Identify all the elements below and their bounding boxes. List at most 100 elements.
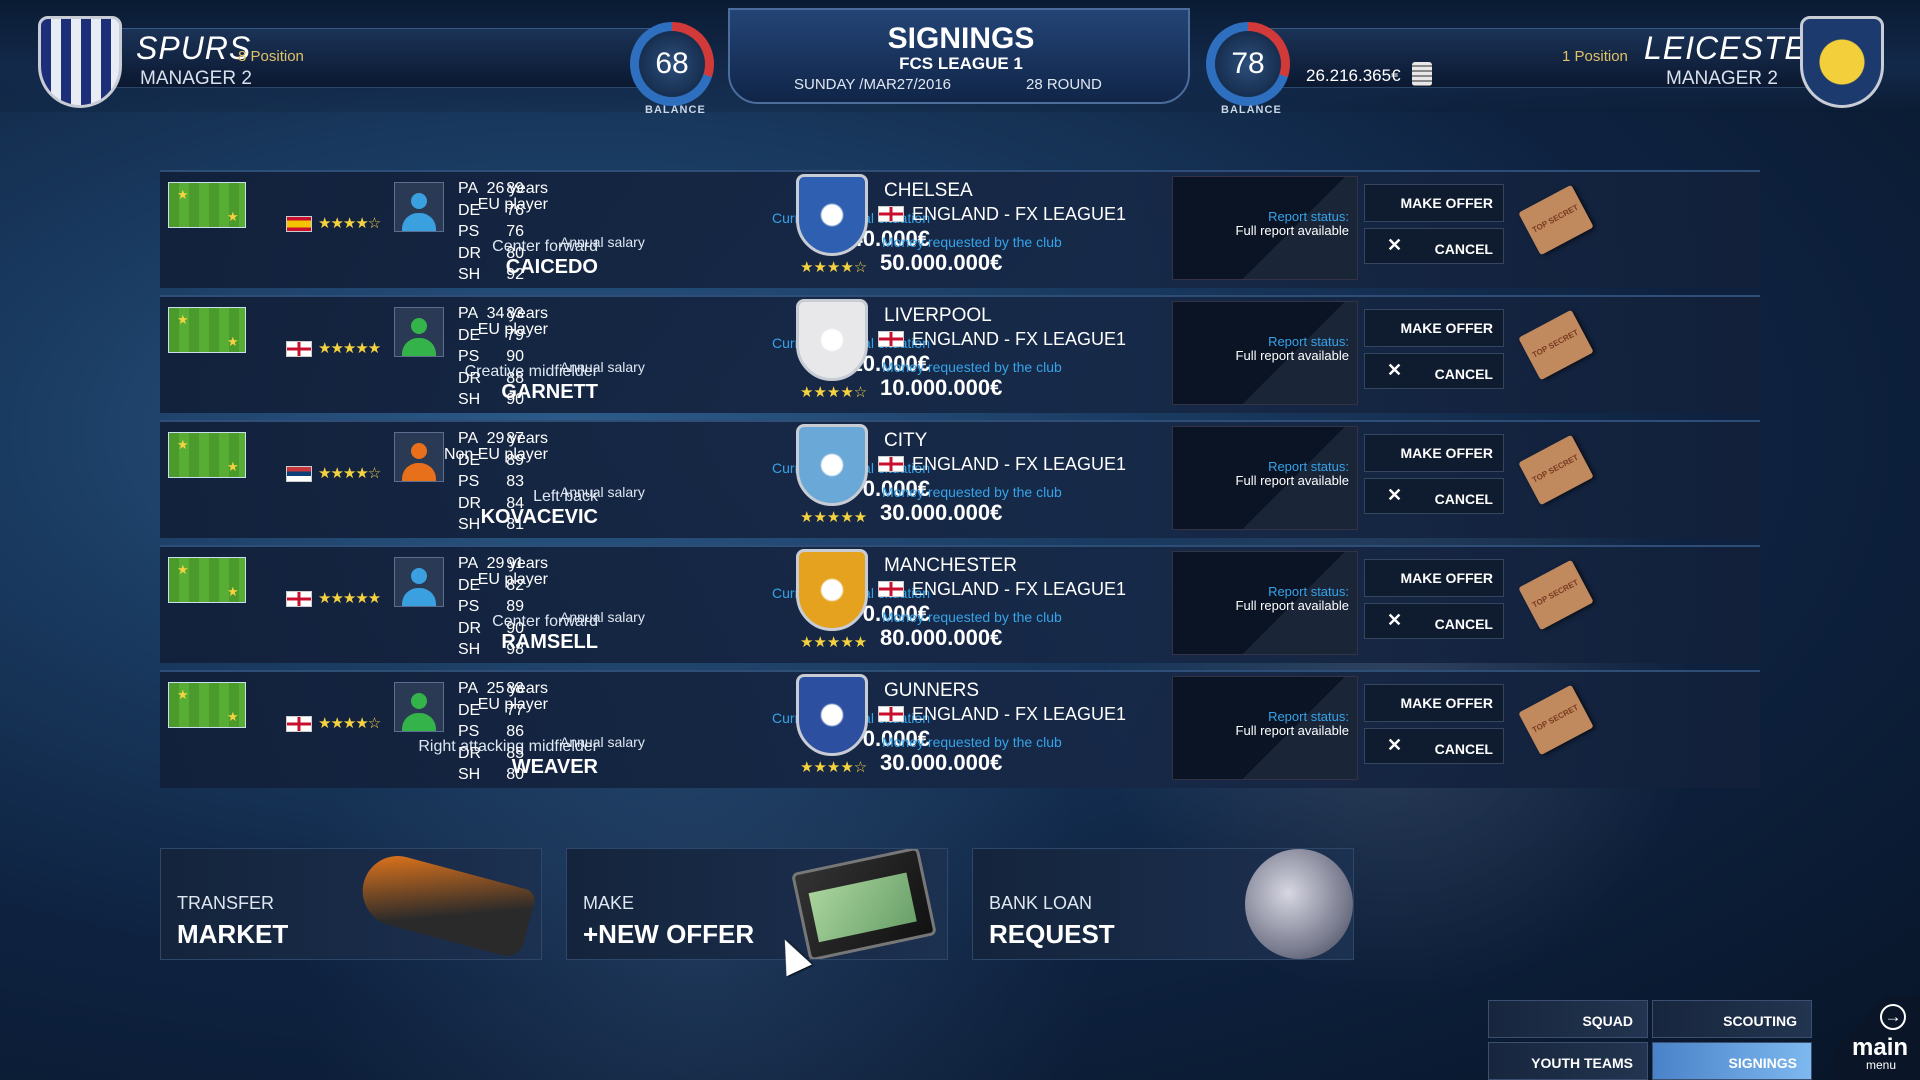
stat-key: SH — [458, 641, 481, 658]
money-requested-value: 50.000.000€ — [880, 250, 1003, 275]
report-status-label: Report status: — [1268, 459, 1349, 474]
cancel-label: CANCEL — [1434, 741, 1493, 757]
england-flag-icon — [878, 206, 904, 222]
money-requested-value: 80.000.000€ — [880, 625, 1003, 650]
formation-pitch-icon: ★ ★ — [168, 307, 246, 353]
right-balance-dial: 78 — [1206, 22, 1290, 106]
make-offer-button[interactable]: MAKE OFFER — [1364, 184, 1504, 222]
make-offer-button[interactable]: MAKE OFFER — [1364, 309, 1504, 347]
report-panel: Report status: Full report available — [1172, 301, 1358, 405]
report-status-value: Full report available — [1235, 348, 1349, 363]
cancel-label: CANCEL — [1434, 616, 1493, 632]
stat-line: PA 88 — [458, 678, 524, 700]
nav-squad[interactable]: SQUAD — [1488, 1000, 1648, 1038]
club-name: GUNNERS — [884, 680, 980, 701]
club-name: MANCHESTER — [884, 555, 1018, 576]
club-rating-stars: ★★★★☆ — [800, 759, 868, 776]
cancel-button[interactable]: ✕ CANCEL — [1364, 603, 1504, 639]
signing-row: ★ ★ 29 years EU player ★★★★★ Center forwa… — [160, 545, 1760, 663]
left-balance-value: 68 — [639, 31, 705, 97]
england-flag-icon — [878, 581, 904, 597]
make-offer-button[interactable]: MAKE OFFER — [1364, 559, 1504, 597]
stat-value: 88 — [506, 369, 524, 387]
annual-salary-label: Annual salary — [560, 234, 645, 250]
stat-line: PS 86 — [458, 721, 524, 743]
left-balance-dial: 68 — [630, 22, 714, 106]
player-stats: PA 89 DE 76 PS 76 DR 80 SH 92 — [458, 178, 524, 286]
club-money: 26.216.365€ — [1306, 66, 1401, 85]
cancel-button[interactable]: ✕ CANCEL — [1364, 478, 1504, 514]
england-flag-icon — [878, 706, 904, 722]
stat-value: 80 — [506, 766, 524, 783]
money-requested-label: Money requested by the club — [882, 234, 1062, 250]
stat-value: 80 — [506, 244, 524, 262]
player-stats: PA 88 DE 77 PS 86 DR 85 SH 80 — [458, 678, 524, 786]
club-crest-icon — [796, 424, 868, 506]
club-league: ENGLAND - FX LEAGUE1 — [912, 704, 1127, 724]
stat-line: PS 89 — [458, 596, 524, 618]
stat-value: 87 — [506, 430, 524, 447]
player-avatar — [394, 432, 444, 482]
money-requested-value: 30.000.000€ — [880, 500, 1003, 525]
nav-signings[interactable]: SIGNINGS — [1652, 1042, 1812, 1080]
coins-icon — [1412, 62, 1432, 86]
stat-key: PA — [458, 430, 479, 447]
cancel-button[interactable]: ✕ CANCEL — [1364, 353, 1504, 389]
cancel-button[interactable]: ✕ CANCEL — [1364, 728, 1504, 764]
cancel-button[interactable]: ✕ CANCEL — [1364, 228, 1504, 264]
stat-line: DE 89 — [458, 450, 524, 472]
club-crest-icon — [796, 299, 868, 381]
transfer-market-button[interactable]: TRANSFER MARKET — [160, 848, 542, 960]
stat-key: DR — [458, 744, 482, 762]
stat-key: PS — [458, 473, 480, 490]
stat-value: 83 — [506, 473, 524, 490]
player-stats: PA 91 DE 82 PS 89 DR 90 SH 98 — [458, 553, 524, 661]
report-panel: Report status: Full report available — [1172, 551, 1358, 655]
stat-key: SH — [458, 516, 481, 533]
main-menu-sublabel: menu — [1866, 1058, 1897, 1072]
annual-salary-label: Annual salary — [560, 734, 645, 750]
stat-key: DR — [458, 244, 482, 262]
club-crest-icon — [796, 549, 868, 631]
page-title: SIGNINGS — [887, 22, 1035, 55]
report-panel: Report status: Full report available — [1172, 426, 1358, 530]
make-offer-button[interactable]: MAKE OFFER — [1364, 684, 1504, 722]
close-icon: ✕ — [1387, 735, 1403, 755]
nationality-flag-icon — [286, 466, 312, 482]
stat-key: PS — [458, 598, 480, 615]
money-requested-value: 10.000.000€ — [880, 375, 1003, 400]
stat-line: DE 82 — [458, 575, 524, 597]
top-secret-folder-icon[interactable]: TOP SECRET — [1518, 434, 1594, 506]
stat-key: PS — [458, 348, 480, 365]
new-offer-button[interactable]: MAKE +NEW OFFER — [566, 848, 948, 960]
nav-scouting[interactable]: SCOUTING — [1652, 1000, 1812, 1038]
money-requested-label: Money requested by the club — [882, 484, 1062, 500]
player-rating-stars: ★★★★★ — [318, 590, 381, 607]
briefcase-icon — [791, 849, 937, 959]
stat-key: DE — [458, 201, 481, 219]
top-secret-folder-icon[interactable]: TOP SECRET — [1518, 184, 1594, 256]
signing-row: ★ ★ 25 years EU player ★★★★☆ Right attack… — [160, 670, 1760, 788]
club-league: ENGLAND - FX LEAGUE1 — [912, 454, 1127, 474]
stat-line: PS 76 — [458, 221, 524, 243]
transfer-market-line1: TRANSFER — [177, 893, 275, 913]
bank-loan-button[interactable]: BANK LOAN REQUEST — [972, 848, 1354, 960]
england-flag-icon — [878, 456, 904, 472]
top-secret-folder-icon[interactable]: TOP SECRET — [1518, 309, 1594, 381]
nav-youth-teams[interactable]: YOUTH TEAMS — [1488, 1042, 1648, 1080]
stat-line: SH 80 — [458, 764, 524, 786]
top-secret-folder-icon[interactable]: TOP SECRET — [1518, 684, 1594, 756]
stat-value: 91 — [506, 555, 524, 572]
report-status-value: Full report available — [1235, 598, 1349, 613]
nationality-flag-icon — [286, 716, 312, 732]
club-rating-stars: ★★★★★ — [800, 634, 868, 651]
stat-key: PS — [458, 723, 480, 740]
left-balance-label: BALANCE — [645, 104, 706, 116]
stat-line: DR 88 — [458, 368, 524, 390]
money-requested-label: Money requested by the club — [882, 359, 1062, 375]
top-secret-folder-icon[interactable]: TOP SECRET — [1518, 559, 1594, 631]
right-balance-value: 78 — [1215, 31, 1281, 97]
player-stats: PA 87 DE 89 PS 83 DR 84 SH 81 — [458, 428, 524, 536]
stat-key: DE — [458, 451, 481, 469]
make-offer-button[interactable]: MAKE OFFER — [1364, 434, 1504, 472]
